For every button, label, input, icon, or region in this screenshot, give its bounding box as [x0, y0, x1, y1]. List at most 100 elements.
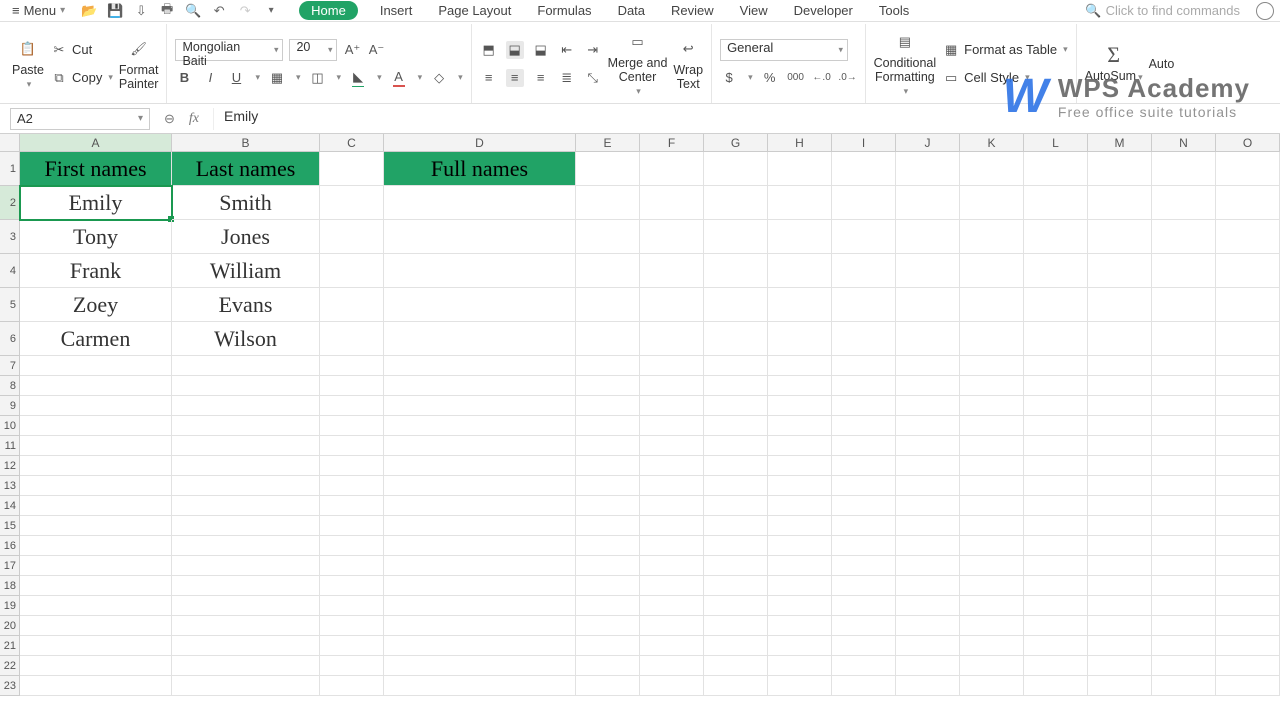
cell-M8[interactable] — [1088, 376, 1152, 396]
select-all-corner[interactable] — [0, 134, 20, 152]
cell-J20[interactable] — [896, 616, 960, 636]
cell-D17[interactable] — [384, 556, 576, 576]
cell-I3[interactable] — [832, 220, 896, 254]
cell-B10[interactable] — [172, 416, 320, 436]
tab-insert[interactable]: Insert — [376, 1, 417, 20]
decrease-indent-icon[interactable]: ⇤ — [558, 41, 576, 59]
cell-F5[interactable] — [640, 288, 704, 322]
cell-M22[interactable] — [1088, 656, 1152, 676]
cell-B3[interactable]: Jones — [172, 220, 320, 254]
cell-K15[interactable] — [960, 516, 1024, 536]
cell-E23[interactable] — [576, 676, 640, 696]
cell-I20[interactable] — [832, 616, 896, 636]
cell-C11[interactable] — [320, 436, 384, 456]
cell-O22[interactable] — [1216, 656, 1280, 676]
cell-M21[interactable] — [1088, 636, 1152, 656]
cell-K5[interactable] — [960, 288, 1024, 322]
borders-button[interactable]: ▦ — [268, 69, 286, 87]
cell-O21[interactable] — [1216, 636, 1280, 656]
cell-C9[interactable] — [320, 396, 384, 416]
cell-M17[interactable] — [1088, 556, 1152, 576]
cell-M11[interactable] — [1088, 436, 1152, 456]
cell-J15[interactable] — [896, 516, 960, 536]
cell-F15[interactable] — [640, 516, 704, 536]
cell-A17[interactable] — [20, 556, 172, 576]
cell-I5[interactable] — [832, 288, 896, 322]
cell-B14[interactable] — [172, 496, 320, 516]
cell-K9[interactable] — [960, 396, 1024, 416]
cell-J9[interactable] — [896, 396, 960, 416]
cell-N4[interactable] — [1152, 254, 1216, 288]
cell-B23[interactable] — [172, 676, 320, 696]
row-header[interactable]: 10 — [0, 416, 20, 436]
cell-O8[interactable] — [1216, 376, 1280, 396]
cell-M20[interactable] — [1088, 616, 1152, 636]
column-header[interactable]: J — [896, 134, 960, 152]
column-header[interactable]: O — [1216, 134, 1280, 152]
cell-B21[interactable] — [172, 636, 320, 656]
cell-G21[interactable] — [704, 636, 768, 656]
cell-C23[interactable] — [320, 676, 384, 696]
cell-D19[interactable] — [384, 596, 576, 616]
cell-A19[interactable] — [20, 596, 172, 616]
cell-E10[interactable] — [576, 416, 640, 436]
cell-G11[interactable] — [704, 436, 768, 456]
cell-J3[interactable] — [896, 220, 960, 254]
tab-developer[interactable]: Developer — [790, 1, 857, 20]
cell-F10[interactable] — [640, 416, 704, 436]
justify-icon[interactable]: ≣ — [558, 69, 576, 87]
cell-A21[interactable] — [20, 636, 172, 656]
cell-A8[interactable] — [20, 376, 172, 396]
cell-B8[interactable] — [172, 376, 320, 396]
currency-icon[interactable]: $ — [720, 69, 738, 87]
cell-J18[interactable] — [896, 576, 960, 596]
cell-D4[interactable] — [384, 254, 576, 288]
cell-A3[interactable]: Tony — [20, 220, 172, 254]
cell-K10[interactable] — [960, 416, 1024, 436]
cell-F6[interactable] — [640, 322, 704, 356]
comma-style-icon[interactable]: 000 — [787, 69, 805, 87]
cell-D18[interactable] — [384, 576, 576, 596]
cell-O1[interactable] — [1216, 152, 1280, 186]
cell-B5[interactable]: Evans — [172, 288, 320, 322]
cell-A6[interactable]: Carmen — [20, 322, 172, 356]
cell-I21[interactable] — [832, 636, 896, 656]
tab-tools[interactable]: Tools — [875, 1, 913, 20]
cell-D22[interactable] — [384, 656, 576, 676]
cell-M23[interactable] — [1088, 676, 1152, 696]
cell-J5[interactable] — [896, 288, 960, 322]
cell-F18[interactable] — [640, 576, 704, 596]
cell-N12[interactable] — [1152, 456, 1216, 476]
cell-D21[interactable] — [384, 636, 576, 656]
copy-button[interactable]: ⧉ Copy ▾ — [50, 67, 113, 89]
cell-N6[interactable] — [1152, 322, 1216, 356]
cell-J16[interactable] — [896, 536, 960, 556]
underline-button[interactable]: U — [227, 69, 245, 87]
cell-L11[interactable] — [1024, 436, 1088, 456]
cell-F20[interactable] — [640, 616, 704, 636]
cell-H16[interactable] — [768, 536, 832, 556]
cell-A20[interactable] — [20, 616, 172, 636]
cell-I6[interactable] — [832, 322, 896, 356]
cell-M10[interactable] — [1088, 416, 1152, 436]
column-header[interactable]: B — [172, 134, 320, 152]
orientation-icon[interactable]: ⤡ — [584, 69, 602, 87]
cell-M13[interactable] — [1088, 476, 1152, 496]
cell-D10[interactable] — [384, 416, 576, 436]
cell-O23[interactable] — [1216, 676, 1280, 696]
column-header[interactable]: H — [768, 134, 832, 152]
cell-E2[interactable] — [576, 186, 640, 220]
column-header[interactable]: M — [1088, 134, 1152, 152]
cell-L13[interactable] — [1024, 476, 1088, 496]
cell-C21[interactable] — [320, 636, 384, 656]
cell-M16[interactable] — [1088, 536, 1152, 556]
cell-C17[interactable] — [320, 556, 384, 576]
cell-K7[interactable] — [960, 356, 1024, 376]
cell-J4[interactable] — [896, 254, 960, 288]
cell-J6[interactable] — [896, 322, 960, 356]
cell-M5[interactable] — [1088, 288, 1152, 322]
cell-J11[interactable] — [896, 436, 960, 456]
cell-J14[interactable] — [896, 496, 960, 516]
cell-H19[interactable] — [768, 596, 832, 616]
cell-A23[interactable] — [20, 676, 172, 696]
